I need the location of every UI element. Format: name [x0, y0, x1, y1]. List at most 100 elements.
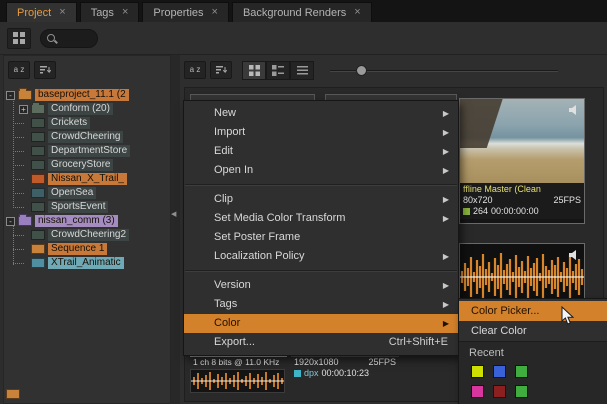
expander-icon[interactable]: -: [6, 217, 15, 226]
menu-item-label: Color: [214, 317, 240, 329]
sort-order-button[interactable]: [210, 61, 232, 79]
submenu-arrow-icon: ▶: [443, 209, 449, 228]
tab-tags[interactable]: Tags ×: [80, 2, 140, 22]
color-swatch[interactable]: [515, 365, 528, 378]
codec-chip: [294, 370, 301, 377]
clip-icon: [31, 258, 45, 268]
expander-icon[interactable]: -: [6, 91, 15, 100]
color-swatch[interactable]: [471, 385, 484, 398]
recent-label: Recent: [469, 345, 605, 361]
tree-item-nissan-xtrail[interactable]: Nissan_X_Trail_: [4, 172, 170, 186]
folder-icon: [18, 216, 32, 226]
codec-chip: [463, 208, 470, 215]
menu-item-tags[interactable]: Tags▶: [184, 295, 458, 314]
sequence-icon: [31, 244, 45, 254]
menu-item-set-media-color-transform[interactable]: Set Media Color Transform ▶: [184, 209, 458, 228]
menu-item-version[interactable]: Version▶: [184, 276, 458, 295]
tab-label: Properties: [153, 7, 203, 19]
tab-label: Project: [17, 7, 51, 19]
speaker-icon[interactable]: [569, 102, 581, 120]
menu-item-clear-color[interactable]: Clear Color: [459, 321, 607, 341]
tree-item-crowdcheering[interactable]: CrowdCheering: [4, 130, 170, 144]
tree-item-label: DepartmentStore: [48, 145, 130, 157]
search-box[interactable]: [40, 29, 98, 48]
tree-item-grocerystore[interactable]: GroceryStore: [4, 158, 170, 172]
tree-item-label: baseproject_11.1 (2: [35, 89, 129, 101]
sort-alpha-button[interactable]: a z: [184, 61, 206, 79]
menu-item-import[interactable]: Import▶: [184, 123, 458, 142]
menu-item-localization-policy[interactable]: Localization Policy▶: [184, 247, 458, 266]
app-window: Project × Tags × Properties × Background…: [0, 0, 607, 404]
clip-icon: [6, 389, 20, 399]
submenu-arrow-icon: ▶: [443, 104, 449, 123]
close-icon[interactable]: ×: [212, 7, 218, 18]
tab-bar: Project × Tags × Properties × Background…: [0, 0, 607, 22]
slider-handle[interactable]: [356, 65, 367, 76]
tab-background-renders[interactable]: Background Renders ×: [232, 2, 372, 22]
clip-codec: 264: [473, 206, 488, 217]
view-layout-button[interactable]: [7, 28, 31, 49]
view-grid-button[interactable]: [242, 61, 266, 80]
sort-order-button[interactable]: [34, 61, 56, 79]
clip-icon: [31, 146, 45, 156]
clip-metadata: ffline Master (Clean 80x720 25FPS 264 00…: [460, 183, 584, 219]
color-swatch[interactable]: [493, 365, 506, 378]
tree-item-label: nissan_comm (3): [35, 215, 118, 227]
search-input[interactable]: [59, 33, 97, 44]
panel-splitter[interactable]: ◀: [171, 55, 180, 404]
sort-alpha-button[interactable]: a z: [8, 61, 30, 79]
context-menu: New▶ Import▶ Edit▶ Open In▶ Clip▶ Set Me…: [183, 100, 459, 356]
menu-item-color-picker[interactable]: Color Picker...: [459, 301, 607, 321]
color-swatch[interactable]: [515, 385, 528, 398]
submenu-arrow-icon: ▶: [443, 276, 449, 295]
tree-item-sportsevent[interactable]: SportsEvent: [4, 200, 170, 214]
folder-icon: [31, 104, 45, 114]
tree-item-label: XTrail_Animatic: [48, 257, 124, 269]
menu-item-label: Set Media Color Transform: [214, 212, 345, 224]
menu-item-open-in[interactable]: Open In▶: [184, 161, 458, 180]
view-list-button[interactable]: [290, 61, 314, 80]
tree-item-xtrail-animatic[interactable]: XTrail_Animatic: [4, 256, 170, 270]
tree-item-departmentstore[interactable]: DepartmentStore: [4, 144, 170, 158]
detail-view-icon: [272, 65, 284, 76]
grid-icon: [13, 32, 25, 44]
menu-item-color[interactable]: Color▶: [184, 314, 458, 333]
tree-item-conform[interactable]: + Conform (20): [4, 102, 170, 116]
collapse-arrow-icon[interactable]: ◀: [171, 210, 176, 218]
close-icon[interactable]: ×: [59, 7, 65, 18]
tree-item-sequence1[interactable]: Sequence 1: [4, 242, 170, 256]
tree-item-crickets[interactable]: Crickets: [4, 116, 170, 130]
tree-item-opensea[interactable]: OpenSea: [4, 186, 170, 200]
menu-item-label: Export...: [214, 336, 255, 348]
tree-item-baseproject[interactable]: - baseproject_11.1 (2: [4, 88, 170, 102]
tab-project[interactable]: Project ×: [6, 2, 77, 22]
clip-fps: 25FPS: [553, 195, 581, 206]
submenu-arrow-icon: ▶: [443, 295, 449, 314]
color-swatch[interactable]: [493, 385, 506, 398]
menu-item-export[interactable]: Export...Ctrl+Shift+E: [184, 333, 458, 352]
tree-item-label: Nissan_X_Trail_: [48, 173, 127, 185]
view-detail-button[interactable]: [266, 61, 290, 80]
tree-item-nissan-comm[interactable]: - nissan_comm (3): [4, 214, 170, 228]
menu-item-new[interactable]: New▶: [184, 104, 458, 123]
list-view-icon: [297, 66, 308, 75]
recent-colors-section: Recent: [459, 341, 607, 404]
recent-swatch-grid: [469, 365, 605, 398]
speaker-icon[interactable]: [569, 247, 581, 265]
tab-properties[interactable]: Properties ×: [142, 2, 229, 22]
color-swatch[interactable]: [471, 365, 484, 378]
menu-item-set-poster-frame[interactable]: Set Poster Frame: [184, 228, 458, 247]
clip-fps: 25FPS: [368, 357, 396, 368]
thumbnail-offline-master[interactable]: ffline Master (Clean 80x720 25FPS 264 00…: [459, 98, 585, 224]
submenu-arrow-icon: ▶: [443, 123, 449, 142]
expander-icon[interactable]: +: [19, 105, 28, 114]
thumbnail-size-slider[interactable]: [330, 62, 558, 78]
tree-item-crowdcheering2[interactable]: CrowdCheering2: [4, 228, 170, 242]
menu-item-clip[interactable]: Clip▶: [184, 190, 458, 209]
close-icon[interactable]: ×: [354, 7, 360, 18]
close-icon[interactable]: ×: [122, 7, 128, 18]
clip-icon: [31, 202, 45, 212]
tree-item-label: CrowdCheering: [48, 131, 123, 143]
tree-item-label: Sequence 1: [48, 243, 107, 255]
menu-item-edit[interactable]: Edit▶: [184, 142, 458, 161]
